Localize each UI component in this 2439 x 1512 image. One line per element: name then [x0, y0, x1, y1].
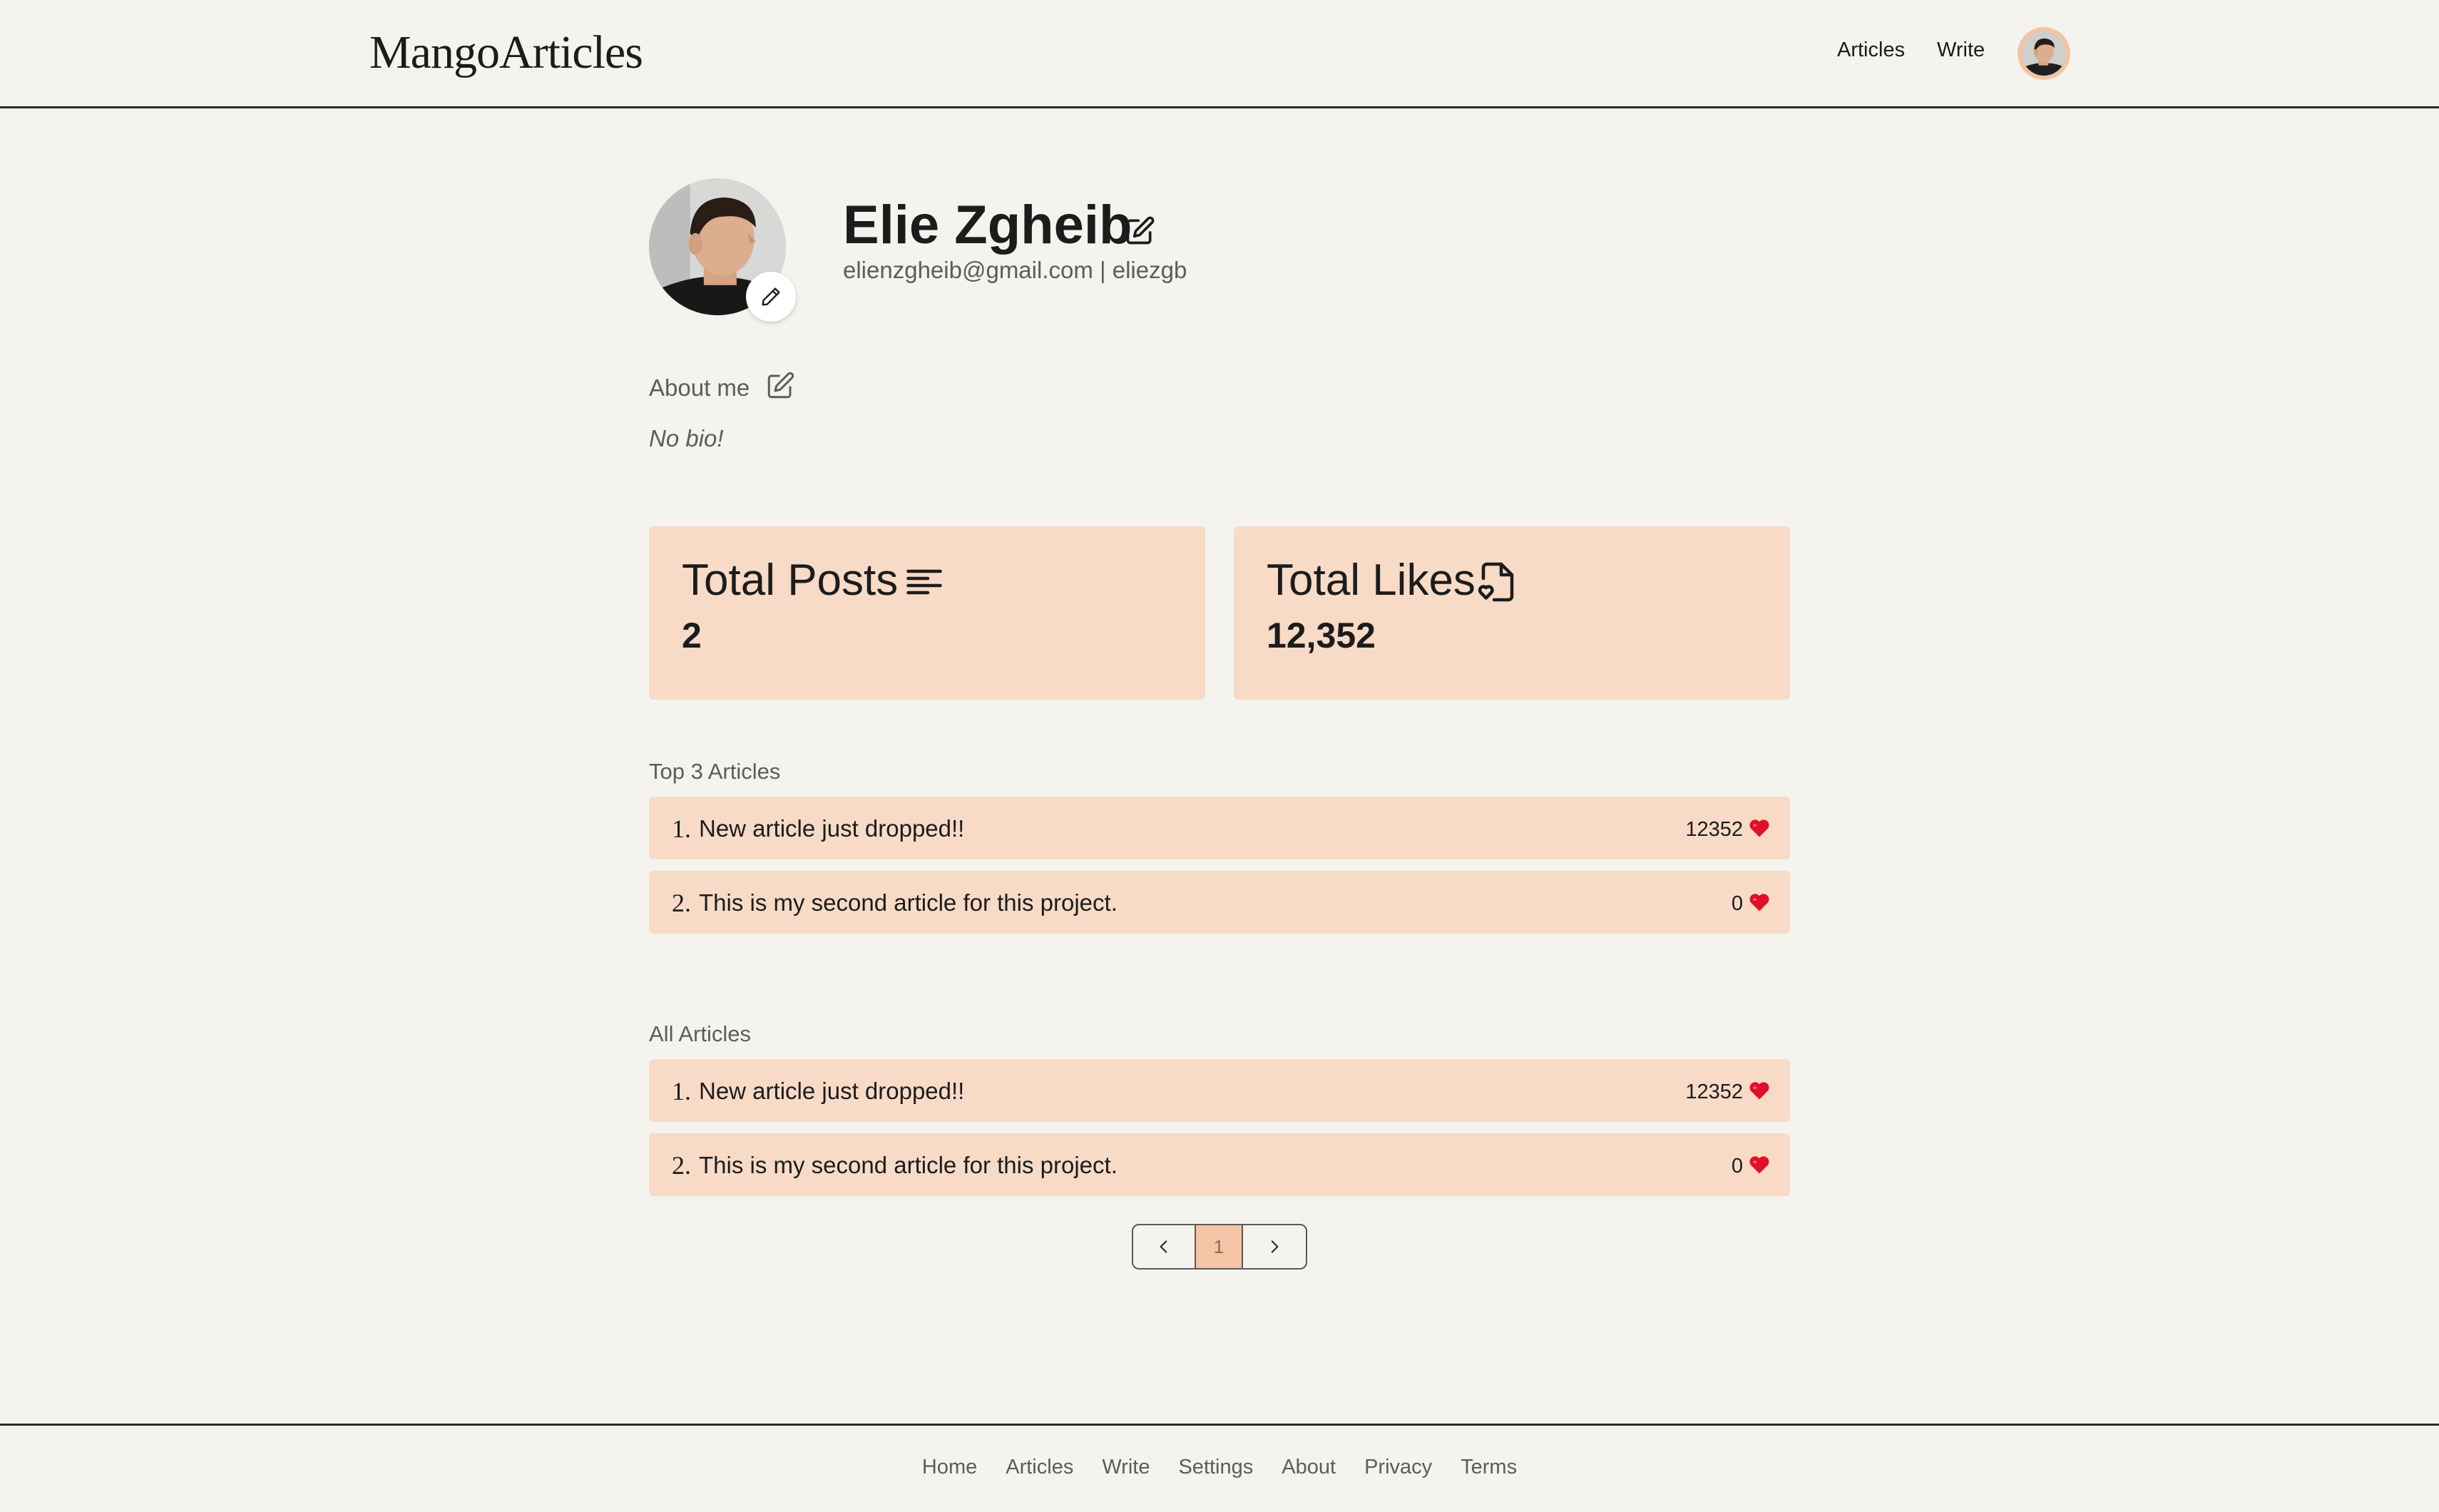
footer-privacy-link[interactable]: Privacy — [1364, 1456, 1432, 1479]
heart-icon — [1749, 1156, 1769, 1174]
article-rank: 2. — [672, 889, 691, 917]
list-icon — [906, 569, 942, 595]
heart-icon — [1749, 1082, 1769, 1100]
article-likes-count: 12352 — [1685, 818, 1743, 841]
pagination: 1 — [1132, 1224, 1307, 1270]
total-likes-card: Total Likes 12,352 — [1234, 526, 1790, 700]
footer-nav: Home Articles Write Settings About Priva… — [0, 1456, 2439, 1479]
next-page-button[interactable] — [1243, 1225, 1306, 1268]
file-heart-icon — [1478, 562, 1514, 602]
top-articles-heading: Top 3 Articles — [649, 759, 781, 784]
total-likes-title: Total Likes — [1267, 556, 1476, 605]
footer-about-link[interactable]: About — [1282, 1456, 1336, 1479]
user-menu-avatar[interactable] — [2018, 27, 2070, 80]
footer-settings-link[interactable]: Settings — [1178, 1456, 1253, 1479]
profile-contact: elienzgheib@gmail.com | eliezgb — [843, 257, 1187, 283]
site-footer: Home Articles Write Settings About Priva… — [0, 1424, 2439, 1512]
footer-write-link[interactable]: Write — [1102, 1456, 1150, 1479]
article-likes-count: 12352 — [1685, 1081, 1743, 1103]
total-posts-value: 2 — [682, 615, 702, 655]
nav-articles-link[interactable]: Articles — [1837, 39, 1905, 62]
article-title: New article just dropped!! — [699, 1078, 965, 1104]
article-rank: 2. — [672, 1151, 691, 1180]
site-logo[interactable]: MangoArticles — [369, 26, 643, 80]
top-article-row[interactable]: 2. This is my second article for this pr… — [649, 871, 1790, 934]
article-title: This is my second article for this proje… — [699, 1152, 1118, 1178]
article-likes-count: 0 — [1731, 892, 1743, 915]
edit-avatar-button[interactable] — [746, 272, 796, 322]
total-posts-card: Total Posts 2 — [649, 526, 1205, 700]
current-page-button[interactable]: 1 — [1196, 1225, 1243, 1268]
footer-articles-link[interactable]: Articles — [1006, 1456, 1073, 1479]
bio-text: No bio! — [649, 425, 724, 451]
article-rank: 1. — [672, 814, 691, 843]
edit-bio-icon[interactable] — [765, 371, 795, 401]
footer-terms-link[interactable]: Terms — [1461, 1456, 1517, 1479]
article-likes-count: 0 — [1731, 1155, 1743, 1178]
footer-home-link[interactable]: Home — [922, 1456, 977, 1479]
top-article-row[interactable]: 1. New article just dropped!! 12352 — [649, 797, 1790, 859]
profile-name: Elie Zgheib — [843, 195, 1132, 255]
about-me-label: About me — [649, 374, 750, 401]
nav-write-link[interactable]: Write — [1937, 39, 1985, 62]
article-title: New article just dropped!! — [699, 815, 965, 842]
heart-icon — [1749, 894, 1769, 911]
all-articles-heading: All Articles — [649, 1021, 751, 1046]
article-row[interactable]: 2. This is my second article for this pr… — [649, 1133, 1790, 1196]
total-likes-value: 12,352 — [1267, 615, 1376, 655]
chevron-right-icon — [1271, 1240, 1279, 1253]
article-rank: 1. — [672, 1077, 691, 1105]
pencil-icon — [762, 287, 780, 306]
edit-name-icon[interactable] — [1124, 215, 1155, 247]
article-title: This is my second article for this proje… — [699, 889, 1118, 916]
chevron-left-icon — [1160, 1240, 1167, 1253]
profile-page: MangoArticles Articles Write Elie Zgheib… — [0, 0, 2439, 1512]
previous-page-button[interactable] — [1133, 1225, 1196, 1268]
article-row[interactable]: 1. New article just dropped!! 12352 — [649, 1059, 1790, 1122]
site-header: MangoArticles Articles Write — [0, 0, 2439, 108]
heart-icon — [1749, 819, 1769, 837]
total-posts-title: Total Posts — [682, 556, 899, 605]
avatar-image — [2022, 31, 2066, 76]
